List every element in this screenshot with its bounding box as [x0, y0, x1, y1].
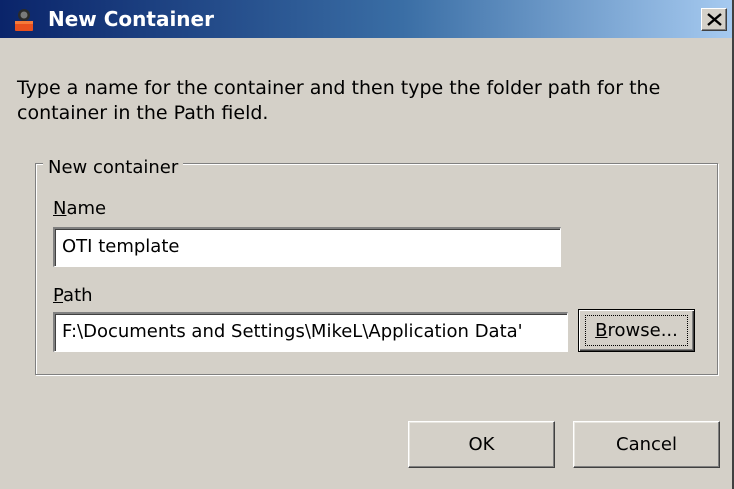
ok-button[interactable]: OK: [408, 421, 555, 468]
cancel-button[interactable]: Cancel: [573, 421, 720, 468]
browse-accel: B: [595, 320, 608, 341]
close-button[interactable]: [701, 8, 727, 31]
path-label-accel: P: [53, 285, 64, 306]
path-input[interactable]: F:\Documents and Settings\MikeL\Applicat…: [53, 312, 568, 352]
browse-label-rest: rowse...: [607, 320, 678, 341]
group-legend: New container: [43, 156, 184, 180]
name-input[interactable]: OTI template: [53, 227, 561, 267]
browse-button[interactable]: Browse...: [578, 309, 695, 352]
name-label-accel: N: [53, 198, 67, 219]
window-title: New Container: [48, 7, 214, 31]
browse-label: Browse...: [595, 320, 678, 341]
path-label: Path: [53, 284, 93, 308]
instructions-text: Type a name for the container and then t…: [17, 77, 661, 124]
name-label: Name: [53, 197, 106, 221]
app-icon: [15, 9, 33, 31]
new-container-dialog: New Container Type a name for the contai…: [0, 0, 734, 489]
name-label-rest: ame: [66, 198, 107, 219]
close-icon: [707, 13, 722, 26]
title-bar[interactable]: New Container: [0, 0, 732, 38]
path-label-rest: ath: [63, 285, 93, 306]
